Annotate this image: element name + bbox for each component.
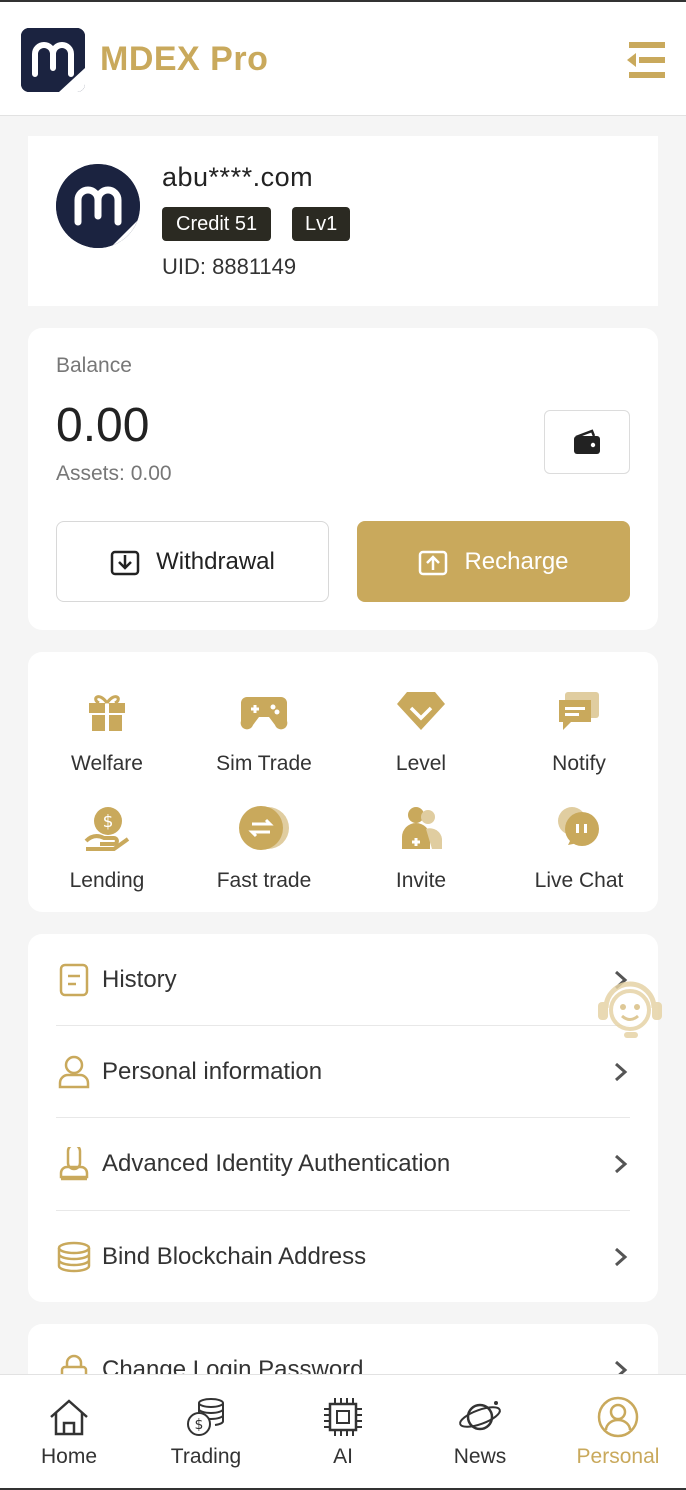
identity-stamp-icon (56, 1146, 92, 1182)
level-badge: Lv1 (292, 207, 351, 241)
chevron-right-icon (615, 1154, 628, 1174)
user-circle-icon (558, 1395, 678, 1439)
balance-value: 0.00 (56, 399, 150, 452)
gamepad-icon (189, 686, 339, 736)
tab-personal[interactable]: Personal (558, 1395, 678, 1469)
tab-label: News (453, 1445, 507, 1468)
planet-icon (420, 1395, 540, 1439)
mdex-logo-icon (21, 28, 85, 92)
withdrawal-button[interactable]: Withdrawal (56, 521, 329, 602)
tab-ai[interactable]: AI (283, 1395, 403, 1469)
gift-icon (32, 686, 182, 736)
message-icon (504, 686, 654, 736)
feature-label: Notify (552, 752, 606, 775)
download-box-icon (110, 550, 140, 575)
feature-label: Lending (69, 869, 145, 892)
profile-card: abu****.com Credit 51 Lv1 UID: 8881149 (28, 136, 658, 306)
database-icon (56, 1239, 92, 1275)
feature-label: Invite (395, 869, 447, 892)
menu-item-history[interactable]: History (56, 934, 630, 1026)
feature-invite[interactable]: Invite (346, 803, 496, 893)
balance-label: Balance (56, 354, 132, 377)
person-icon (56, 1054, 92, 1090)
tab-label: Trading (170, 1445, 242, 1468)
app-title: MDEX Pro (100, 40, 269, 78)
wallet-icon (574, 429, 600, 454)
menu-item-advanced-identity-authentication[interactable]: Advanced Identity Authentication (56, 1118, 630, 1210)
chevron-right-icon (615, 1247, 628, 1267)
tab-news[interactable]: News (420, 1395, 540, 1469)
feature-sim-trade[interactable]: Sim Trade (189, 686, 339, 776)
tab-label: AI (333, 1445, 353, 1468)
feature-level[interactable]: Level (346, 686, 496, 776)
hand-coin-icon: $ (32, 803, 182, 853)
tab-label: Personal (576, 1445, 660, 1468)
tab-trading[interactable]: $ Trading (146, 1395, 266, 1469)
tab-label: Home (40, 1445, 98, 1468)
bottom-nav: Home $ Trading AI News Personal (0, 1374, 686, 1490)
uid-text: UID: 8881149 (162, 254, 297, 279)
menu-item-label: Advanced Identity Authentication (102, 1150, 451, 1177)
feature-live-chat[interactable]: Live Chat (504, 803, 654, 893)
svg-text:$: $ (103, 812, 114, 832)
feature-fast-trade[interactable]: Fast trade (189, 803, 339, 893)
svg-text:$: $ (195, 1417, 204, 1433)
menu-item-label: History (102, 966, 177, 993)
balance-card: Balance 0.00 Assets: 0.00 Withdrawal Rec… (28, 328, 658, 630)
feature-notify[interactable]: Notify (504, 686, 654, 776)
menu-item-label: Bind Blockchain Address (102, 1243, 367, 1270)
feature-label: Level (395, 752, 447, 775)
chat-bubbles-icon (504, 803, 654, 853)
chevron-right-icon (615, 1062, 628, 1082)
credit-badge: Credit 51 (162, 207, 272, 241)
menu-collapse-icon[interactable] (625, 40, 667, 80)
recharge-label: Recharge (464, 547, 569, 575)
customer-support-icon[interactable] (594, 974, 666, 1042)
coins-icon: $ (146, 1395, 266, 1439)
avatar[interactable] (56, 164, 140, 248)
chip-icon (283, 1395, 403, 1439)
document-icon (56, 962, 92, 998)
withdrawal-label: Withdrawal (156, 547, 275, 575)
username: abu****.com (162, 162, 314, 192)
features-grid: Welfare Sim Trade Level Notify $ Lending… (28, 652, 658, 912)
menu-item-label: Personal information (102, 1058, 323, 1085)
top-bar: MDEX Pro (0, 0, 686, 116)
exchange-coin-icon (189, 803, 339, 853)
diamond-icon (346, 686, 496, 736)
wallet-button[interactable] (544, 410, 630, 474)
assets-value: Assets: 0.00 (56, 462, 172, 485)
feature-welfare[interactable]: Welfare (32, 686, 182, 776)
feature-label: Sim Trade (216, 752, 312, 775)
feature-label: Welfare (71, 752, 143, 775)
menu-item-personal-information[interactable]: Personal information (56, 1026, 630, 1118)
settings-menu: History Personal information Advanced Id… (28, 934, 658, 1302)
upload-box-icon (419, 550, 448, 575)
feature-label: Live Chat (534, 869, 624, 892)
feature-lending[interactable]: $ Lending (32, 803, 182, 893)
home-icon (9, 1395, 129, 1439)
tab-home[interactable]: Home (9, 1395, 129, 1469)
feature-label: Fast trade (216, 869, 312, 892)
menu-item-bind-blockchain-address[interactable]: Bind Blockchain Address (56, 1211, 630, 1303)
invite-users-icon (346, 803, 496, 853)
recharge-button[interactable]: Recharge (357, 521, 630, 602)
